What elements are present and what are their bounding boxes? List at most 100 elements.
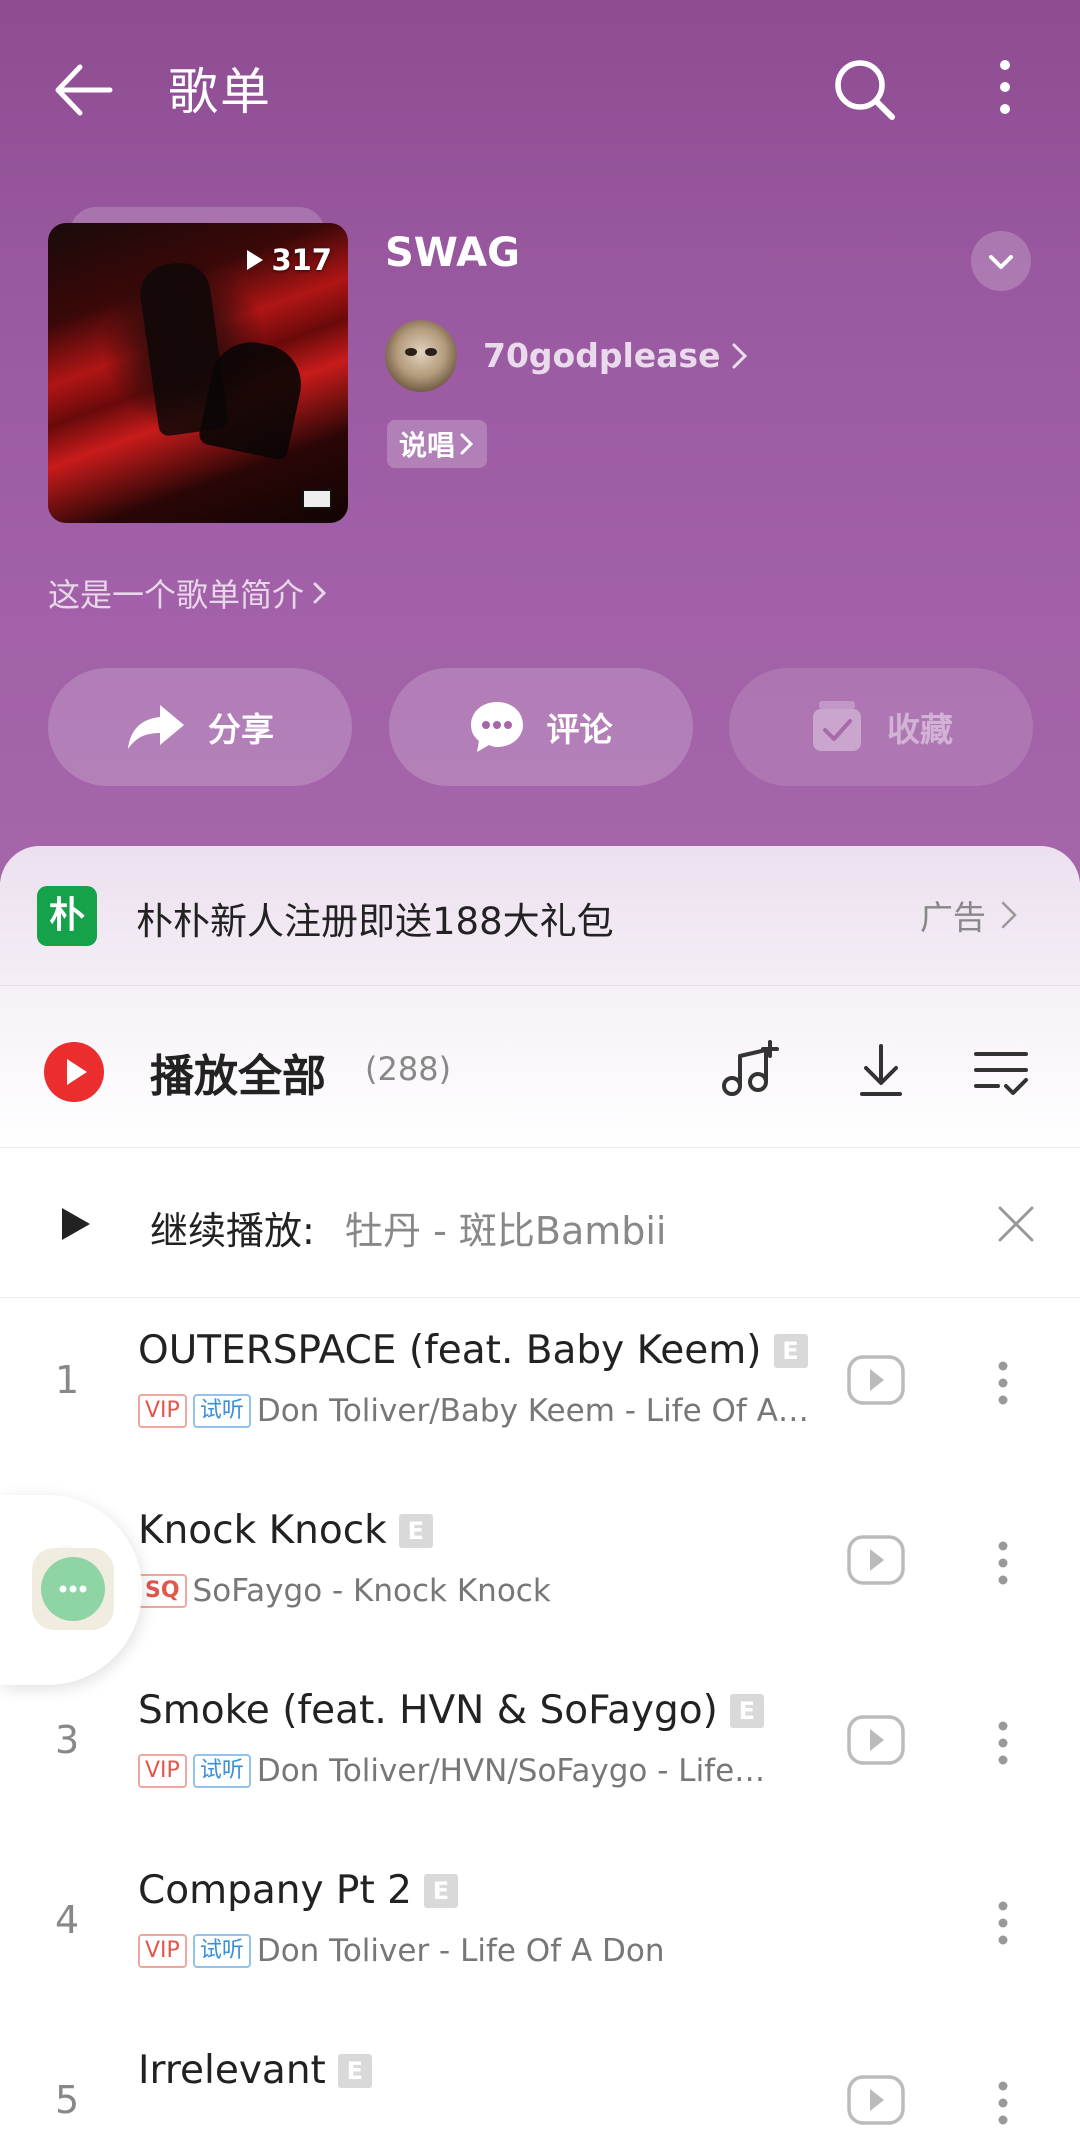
play-count-value: 317 <box>271 243 332 277</box>
song-title-text: OUTERSPACE (feat. Baby Keem) <box>138 1328 762 1373</box>
mv-button[interactable] <box>846 1534 906 1586</box>
ad-logo: 朴 <box>37 886 97 946</box>
genre-tag[interactable]: 说唱 <box>387 420 488 468</box>
play-triangle-icon <box>247 250 264 270</box>
vip-badge: VIP <box>138 1394 187 1428</box>
song-title-text: Knock Knock <box>138 1508 387 1553</box>
mv-button[interactable] <box>846 2074 906 2126</box>
chevron-right-icon <box>460 433 474 455</box>
add-to-queue-button[interactable] <box>718 1038 784 1104</box>
explicit-badge: E <box>729 1693 764 1728</box>
play-all-label[interactable]: 播放全部 <box>150 1040 326 1104</box>
comment-button[interactable]: 评论 <box>388 668 693 786</box>
song-subtitle: VIP 试听 Don Toliver/Baby Keem - Life Of A… <box>138 1393 809 1429</box>
chevron-right-icon <box>313 582 327 604</box>
playlist-intro-link[interactable]: 这是一个歌单简介 <box>48 570 328 616</box>
share-label: 分享 <box>208 710 274 749</box>
ad-label-text: 广告 <box>920 898 986 937</box>
play-count: 317 <box>245 243 332 277</box>
playlist-intro: 这是一个歌单简介 <box>48 576 305 614</box>
explicit-badge: E <box>337 2053 372 2088</box>
song-more-button[interactable] <box>988 1353 1018 1413</box>
song-title-text: Smoke (feat. HVN & SoFaygo) <box>138 1688 718 1733</box>
resume-label: 继续播放: <box>150 1209 315 1253</box>
play-all-bar: 播放全部 (288) <box>0 986 1080 1148</box>
vip-badge: VIP <box>138 1934 187 1968</box>
share-button[interactable]: 分享 <box>48 668 352 786</box>
song-row[interactable]: 1 OUTERSPACE (feat. Baby Keem) E VIP 试听 … <box>0 1298 1080 1478</box>
video-play-icon <box>847 1715 905 1765</box>
more-vertical-icon <box>998 1721 1008 1765</box>
song-artist-album: Don Toliver/HVN/SoFaygo - Life… <box>256 1753 766 1789</box>
song-more-button[interactable] <box>988 1893 1018 1953</box>
song-title: Knock Knock E <box>138 1508 433 1553</box>
search-icon <box>835 60 895 120</box>
action-buttons: 分享 评论 收藏 <box>48 668 1033 786</box>
song-count: (288) <box>365 1050 452 1088</box>
song-more-button[interactable] <box>988 1713 1018 1773</box>
song-subtitle: VIP 试听 Don Toliver/HVN/SoFaygo - Life… <box>138 1753 765 1789</box>
song-index: 5 <box>55 2078 80 2122</box>
playlist-name: SWAG <box>385 230 520 276</box>
mv-button[interactable] <box>846 1714 906 1766</box>
song-row[interactable]: 4 Company Pt 2 E VIP 试听 Don Toliver - Li… <box>0 1838 1080 2018</box>
explicit-badge: E <box>423 1873 458 1908</box>
more-vertical-icon <box>1000 60 1010 114</box>
resume-track: 牡丹 - 斑比Bambii <box>345 1209 667 1253</box>
creator-link[interactable]: 70godplease <box>483 336 750 375</box>
more-options-button[interactable] <box>985 55 1025 125</box>
comment-label: 评论 <box>546 710 613 749</box>
collect-label: 收藏 <box>887 710 953 749</box>
video-play-icon <box>847 2075 905 2125</box>
resume-close-button[interactable] <box>995 1203 1037 1245</box>
music-note-add-icon <box>722 1040 779 1096</box>
collect-button[interactable]: 收藏 <box>729 668 1033 786</box>
close-icon <box>998 1206 1034 1242</box>
song-row[interactable]: 5 Irrelevant E <box>0 2018 1080 2133</box>
resume-playback-bar[interactable]: 继续播放: 牡丹 - 斑比Bambii <box>0 1148 1080 1298</box>
download-button[interactable] <box>848 1038 914 1104</box>
ad-text: 朴朴新人注册即送188大礼包 <box>136 900 614 943</box>
song-title-text: Irrelevant <box>138 2048 326 2093</box>
trial-badge: 试听 <box>192 1934 251 1968</box>
song-title: Smoke (feat. HVN & SoFaygo) E <box>138 1688 764 1733</box>
chat-bubble-icon <box>41 1557 105 1621</box>
download-icon <box>860 1044 902 1096</box>
list-check-icon <box>974 1052 1028 1095</box>
back-button[interactable] <box>50 55 120 125</box>
search-button[interactable] <box>830 55 900 125</box>
ad-banner[interactable]: 朴 朴朴新人注册即送188大礼包 广告 <box>0 846 1080 986</box>
avatar-detail <box>405 348 417 356</box>
collect-icon <box>813 701 861 751</box>
resume-play-button[interactable] <box>58 1204 94 1244</box>
comment-icon <box>470 702 523 752</box>
genre-tag-label: 说唱 <box>399 429 456 462</box>
more-vertical-icon <box>998 1541 1008 1585</box>
playlist-cover[interactable]: 317 <box>48 223 348 523</box>
avatar-detail <box>425 348 437 356</box>
song-title: Company Pt 2 E <box>138 1868 458 1913</box>
song-title: Irrelevant E <box>138 2048 372 2093</box>
song-title: OUTERSPACE (feat. Baby Keem) E <box>138 1328 808 1373</box>
song-more-button[interactable] <box>988 1533 1018 1593</box>
ad-label: 广告 <box>920 891 1018 939</box>
mv-button[interactable] <box>846 1354 906 1406</box>
song-artist-album: Don Toliver/Baby Keem - Life Of A… <box>256 1393 809 1429</box>
song-row[interactable]: 2 Knock Knock E SQ SoFaygo - Knock Knock <box>0 1478 1080 1658</box>
more-vertical-icon <box>998 1901 1008 1945</box>
more-vertical-icon <box>998 2081 1008 2125</box>
share-icon <box>128 705 184 749</box>
multi-select-button[interactable] <box>968 1038 1034 1104</box>
top-bar: 歌单 <box>0 0 1080 175</box>
song-index: 4 <box>55 1898 80 1942</box>
trial-badge: 试听 <box>192 1394 251 1428</box>
trial-badge: 试听 <box>192 1754 251 1788</box>
play-icon <box>67 1059 87 1085</box>
page-title: 歌单 <box>168 63 272 121</box>
expand-toggle-button[interactable] <box>971 231 1031 291</box>
play-all-button[interactable] <box>44 1042 104 1102</box>
creator-avatar[interactable] <box>385 320 457 392</box>
song-artist-album: Don Toliver - Life Of A Don <box>256 1933 665 1969</box>
song-more-button[interactable] <box>988 2073 1018 2133</box>
song-row[interactable]: 3 Smoke (feat. HVN & SoFaygo) E VIP 试听 D… <box>0 1658 1080 1838</box>
